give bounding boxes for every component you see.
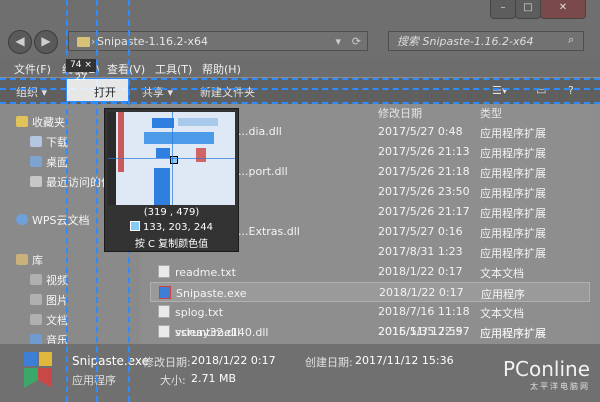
folder-icon — [30, 314, 42, 325]
forward-arrow-icon: ▶ — [41, 34, 51, 48]
watermark-brand: PConline — [502, 357, 590, 381]
table-row-selected[interactable]: Snipaste.exe 2018/1/22 0:17 应用程序 — [150, 282, 590, 302]
address-bar[interactable]: › Snipaste-1.16.2-x64 ▾ ⟳ — [68, 31, 368, 51]
menu-tools[interactable]: 工具(T) — [155, 61, 192, 77]
refresh-icon[interactable]: ⟳ — [352, 32, 361, 52]
selection-size-readout: 74 × 27 — [66, 59, 96, 83]
menu-view[interactable]: 查看(V) — [107, 61, 145, 77]
snipaste-app-icon — [159, 286, 171, 299]
color-swatch — [130, 221, 140, 231]
snipaste-logo-icon — [24, 352, 52, 388]
organize-button[interactable]: 组织 ▾ — [16, 84, 47, 100]
guide-line-horizontal — [0, 102, 600, 104]
sidebar-item-documents[interactable]: 文档 — [30, 312, 68, 328]
open-button[interactable]: 打开 — [94, 84, 116, 100]
guide-line-vertical — [96, 0, 98, 402]
preview-pane-icon[interactable]: ▭ — [536, 84, 546, 97]
folder-icon — [30, 176, 42, 187]
close-button[interactable]: ✕ — [540, 0, 586, 19]
text-file-icon — [158, 305, 170, 318]
zoom-pixel-block — [196, 148, 206, 162]
details-modified-value: 2018/1/22 0:17 — [191, 354, 276, 367]
new-folder-button[interactable]: 新建文件夹 — [200, 84, 255, 100]
menu-help[interactable]: 帮助(H) — [202, 61, 241, 77]
column-header-type[interactable]: 类型 — [480, 104, 502, 124]
folder-icon — [77, 37, 90, 47]
dll-file-icon — [158, 325, 170, 338]
details-file-name: Snipaste.exe — [72, 354, 149, 368]
cursor-coordinates: (319 , 479) — [143, 207, 200, 218]
star-icon — [16, 116, 28, 127]
zoom-crosshair-vertical — [172, 112, 173, 205]
minimize-button[interactable]: – — [490, 0, 516, 19]
zoom-pixel-block — [152, 118, 174, 128]
sidebar-item-wps-cloud[interactable]: WPS云文档 — [16, 212, 90, 228]
zoom-pixel-block — [156, 148, 170, 158]
pconline-watermark: PConline 太平洋电脑网 — [503, 357, 590, 392]
cloud-icon — [16, 214, 28, 225]
watermark-subtitle: 太平洋电脑网 — [530, 382, 590, 391]
details-size-value: 2.71 MB — [191, 372, 237, 385]
sidebar-item-videos[interactable]: 视频 — [30, 272, 68, 288]
table-row[interactable]: vcruntime140.dll 2015/11/5 22:57 应用程序扩展 — [150, 322, 590, 342]
folder-icon — [30, 136, 42, 147]
sidebar-item-favorites[interactable]: 收藏夹 — [16, 114, 65, 130]
zoom-pixel-block — [118, 112, 124, 172]
back-button[interactable]: ◀ — [8, 30, 32, 54]
maximize-button[interactable]: □ — [515, 0, 541, 19]
address-path: Snipaste-1.16.2-x64 — [97, 35, 208, 48]
table-row[interactable]: readme.txt 2018/1/22 0:17 文本文档 — [150, 262, 590, 282]
search-icon: ⌕ — [568, 33, 575, 46]
title-bar: – □ ✕ ◀ ▶ › Snipaste-1.16.2-x64 ▾ ⟳ 搜索 S… — [0, 0, 600, 58]
view-options-icon[interactable]: ☰▾ — [492, 84, 507, 97]
folder-icon — [30, 294, 42, 305]
rgb-readout: 133, 203, 244 — [143, 222, 213, 233]
pixel-color-value: 133, 203, 244 — [105, 221, 238, 233]
magnifier-panel: (319 , 479) 133, 203, 244 按 C 复制颜色值 — [104, 108, 239, 252]
search-input[interactable]: 搜索 Snipaste-1.16.2-x64 — [388, 31, 584, 51]
table-row[interactable]: splog.txt 2018/7/16 11:18 文本文档 — [150, 302, 590, 322]
copy-color-hint: 按 C 复制颜色值 — [134, 239, 209, 250]
menu-file[interactable]: 文件(F) — [14, 61, 51, 77]
sidebar-item-desktop[interactable]: 桌面 — [30, 154, 68, 170]
details-size-label: 大小: — [160, 374, 186, 387]
library-icon — [16, 254, 28, 265]
folder-icon — [30, 156, 42, 167]
column-header-date[interactable]: 修改日期 — [378, 104, 422, 124]
sidebar-item-libraries[interactable]: 库 — [16, 252, 43, 268]
details-created-value: 2017/11/12 15:36 — [355, 354, 454, 367]
sidebar-item-pictures[interactable]: 图片 — [30, 292, 68, 308]
zoom-pixel-block — [178, 118, 218, 126]
back-arrow-icon: ◀ — [15, 34, 25, 48]
details-created-label: 创建日期: — [305, 356, 353, 369]
address-dropdown-icon: ▾ — [335, 35, 341, 48]
forward-button[interactable]: ▶ — [34, 30, 58, 54]
details-modified-label: 修改日期: — [143, 356, 191, 369]
zoom-pixel-block — [154, 168, 170, 205]
text-file-icon — [158, 265, 170, 278]
share-button[interactable]: 共享 ▾ — [142, 84, 173, 100]
zoom-pixel-block — [144, 132, 214, 144]
breadcrumb-separator-icon: › — [91, 35, 96, 48]
help-icon[interactable]: ? — [568, 84, 574, 97]
sidebar-item-downloads[interactable]: 下载 — [30, 134, 68, 150]
folder-icon — [30, 274, 42, 285]
details-file-kind: 应用程序 — [72, 374, 116, 387]
magnifier-zoom-view — [108, 112, 235, 205]
